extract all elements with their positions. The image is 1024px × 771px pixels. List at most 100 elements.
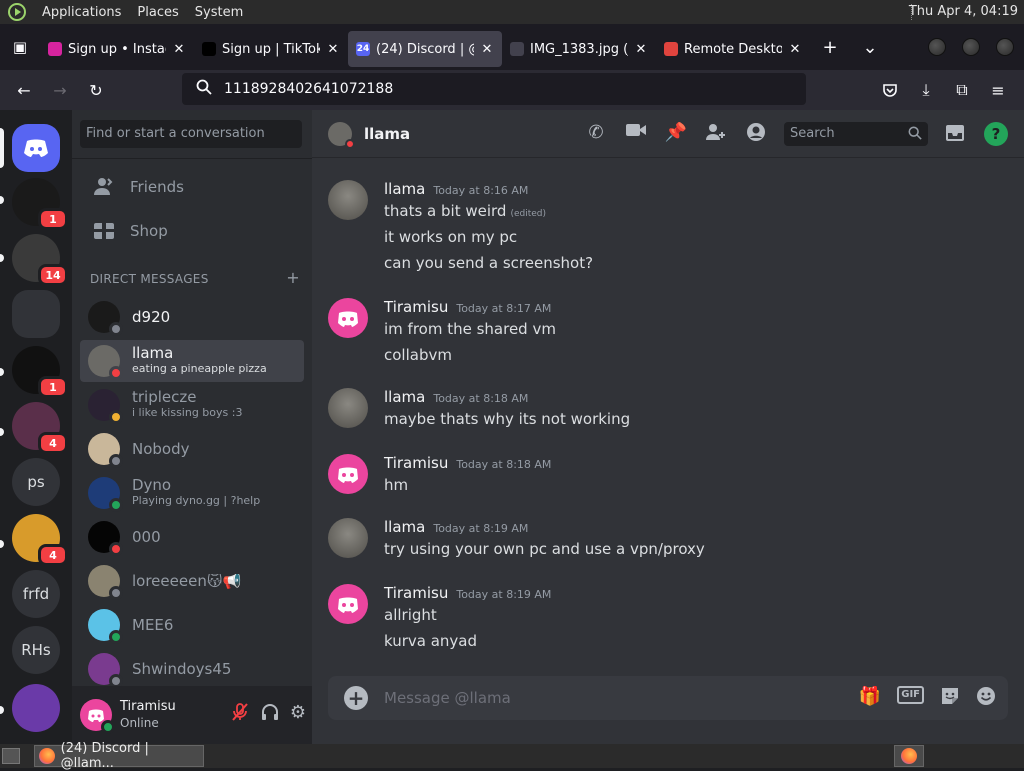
message-content: can you send a screenshot? [384,254,594,272]
dm-item[interactable]: MEE6 [80,604,304,646]
tiramisu-avatar[interactable] [328,454,368,494]
dm-item[interactable]: triplecze i like kissing boys :3 [80,384,304,426]
friends-nav-item[interactable]: Friends [80,166,304,208]
find-conversation-input[interactable]: Find or start a conversation [80,120,302,148]
tiramisu-avatar[interactable] [328,584,368,624]
gift-icon[interactable]: 🎁 [859,686,881,711]
url-text[interactable]: 1118928402641072188 [224,81,393,97]
user-profile-icon[interactable] [744,122,768,147]
sticker-icon[interactable] [940,686,960,711]
add-friends-to-dm-icon[interactable] [704,122,728,147]
message-content: hm [384,476,409,494]
server-icon[interactable] [12,290,60,338]
unread-indicator-pill [0,540,4,548]
show-desktop-button[interactable] [2,748,20,764]
chat-search-input[interactable]: Search [784,122,928,146]
dm-item[interactable]: d920 [80,296,304,338]
unread-indicator-pill [0,368,4,376]
message-author[interactable]: Tiramisu [384,454,448,472]
settings-gear-icon[interactable]: ⚙ [290,702,306,727]
close-tab-icon[interactable]: ✕ [172,42,186,57]
back-arrow-icon[interactable]: ← [6,74,42,106]
maximize-button[interactable] [962,38,980,56]
video-call-icon[interactable] [624,122,648,147]
pinned-messages-icon[interactable]: 📌 [664,122,688,147]
message-input-placeholder[interactable]: Message @llama [384,689,511,707]
hamburger-menu-icon[interactable]: ≡ [980,74,1016,106]
message-text: hm [384,476,408,494]
list-all-tabs-icon[interactable]: ⌄ [850,37,890,58]
dm-item[interactable]: 000 [80,516,304,558]
recipient-name[interactable]: llama [364,125,410,143]
inbox-icon[interactable] [944,122,966,149]
discord-icon: 24 [356,42,370,56]
upload-plus-icon[interactable]: + [344,686,368,710]
forward-arrow-icon[interactable]: → [42,74,78,106]
pocket-icon[interactable] [872,74,908,106]
close-tab-icon[interactable]: ✕ [326,42,340,57]
minimize-button[interactable] [928,38,946,56]
applications-menu[interactable]: Applications [42,5,121,20]
taskbar-window-button[interactable]: (24) Discord | @llam... [34,741,204,771]
url-bar[interactable]: 1118928402641072188 [182,73,806,105]
system-logo-icon[interactable] [8,3,26,21]
close-tab-icon[interactable]: ✕ [480,42,494,57]
emoji-icon[interactable] [976,686,996,711]
message-author[interactable]: Tiramisu [384,584,448,602]
voice-call-icon[interactable]: ✆ [584,122,608,147]
message-header: llama Today at 8:19 AM [384,518,528,536]
message-author[interactable]: llama [384,388,425,406]
help-icon[interactable]: ? [984,122,1008,146]
firefox-view-icon[interactable]: ▣ [0,24,40,70]
dm-text: llama eating a pineapple pizza [132,346,267,376]
llama-avatar[interactable] [328,518,368,558]
gif-icon[interactable]: GIF [897,686,924,704]
server-icon[interactable]: RHs [12,626,60,674]
browser-tab[interactable]: 24 (24) Discord | @llama ✕ [348,31,502,67]
close-tab-icon[interactable]: ✕ [634,42,648,57]
server-icon[interactable]: frfd [12,570,60,618]
system-menu[interactable]: System [195,5,243,20]
browser-tab[interactable]: IMG_1383.jpg (JPEG Image) ✕ [502,31,656,67]
downloads-icon[interactable]: ⤓ [908,74,944,106]
headphones-icon[interactable] [260,702,280,727]
message-author[interactable]: llama [384,180,425,198]
message-text: try using your own pc and use a vpn/prox… [384,540,705,558]
chat-header: llama ✆ 📌 Search ? [312,110,1024,158]
create-dm-plus-icon[interactable]: + [286,270,300,286]
shop-nav-item[interactable]: Shop [80,210,304,252]
message-composer[interactable]: + Message @llama 🎁 GIF [328,676,1008,720]
friends-icon [92,175,116,199]
dm-name: MEE6 [132,617,174,633]
dm-item[interactable]: loreeeeen😽📢 [80,560,304,602]
dm-item[interactable]: Nobody [80,428,304,470]
server-icon[interactable] [12,684,60,732]
browser-tab[interactable]: Remote Desktop ✕ [656,31,810,67]
tab-title: Sign up • Instagram [68,41,166,57]
extensions-icon[interactable]: ⧉ [944,74,980,106]
reload-icon[interactable]: ↻ [78,74,114,106]
user-avatar[interactable] [80,699,115,734]
recipient-avatar[interactable] [328,121,355,149]
message-author[interactable]: llama [384,518,425,536]
direct-messages-home-button[interactable] [12,124,60,172]
tray-firefox-icon[interactable] [894,745,924,767]
message-author[interactable]: Tiramisu [384,298,448,316]
dm-item[interactable]: Dyno Playing dyno.gg | ?help [80,472,304,514]
server-icon[interactable]: ps [12,458,60,506]
mute-microphone-icon[interactable] [230,702,250,727]
llama-avatar[interactable] [328,180,368,220]
close-tab-icon[interactable]: ✕ [788,42,802,57]
browser-tab[interactable]: Sign up | TikTok ✕ [194,31,348,67]
dm-item[interactable]: llama eating a pineapple pizza [80,340,304,382]
clock[interactable]: Thu Apr 4, 04:19 [909,4,1018,19]
dm-avatar [88,433,123,468]
llama-avatar[interactable] [328,388,368,428]
places-menu[interactable]: Places [137,5,178,20]
shop-label: Shop [130,222,168,240]
close-window-button[interactable] [996,38,1014,56]
tiramisu-avatar[interactable] [328,298,368,338]
dm-item[interactable]: Shwindoys45 [80,648,304,690]
new-tab-button[interactable]: + [810,37,850,58]
browser-tab[interactable]: Sign up • Instagram ✕ [40,31,194,67]
